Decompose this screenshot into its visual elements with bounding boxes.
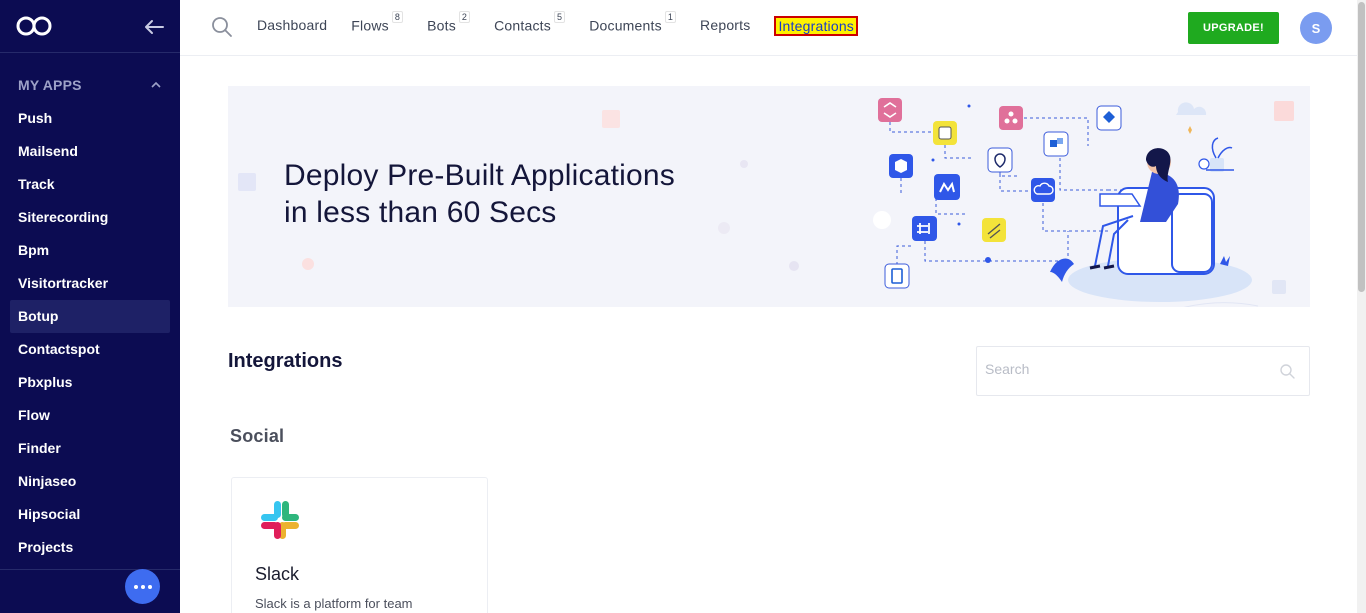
- nav-reports[interactable]: Reports: [700, 17, 750, 33]
- sidebar-item-bpm[interactable]: Bpm: [10, 234, 170, 267]
- sidebar: MY APPS Push Mailsend Track Siterecordin…: [0, 0, 180, 613]
- sidebar-item-push[interactable]: Push: [10, 102, 170, 135]
- nav-documents-label: Documents: [589, 17, 662, 34]
- integrations-search[interactable]: [976, 346, 1310, 396]
- sidebar-item-track[interactable]: Track: [10, 168, 170, 201]
- collapse-sidebar-arrow-icon[interactable]: [143, 16, 165, 38]
- my-apps-toggle[interactable]: MY APPS: [18, 77, 164, 93]
- dot-icon: [147, 584, 152, 589]
- nav-integrations-label: Integrations: [778, 18, 855, 34]
- app-list: Push Mailsend Track Siterecording Bpm Vi…: [10, 102, 170, 564]
- nav-reports-label: Reports: [700, 17, 751, 33]
- sidebar-item-mailsend[interactable]: Mailsend: [10, 135, 170, 168]
- scrollbar-thumb[interactable]: [1358, 2, 1365, 292]
- nav-documents[interactable]: Documents1: [589, 11, 677, 34]
- banner-headline: Deploy Pre-Built Applications in less th…: [284, 157, 675, 231]
- my-apps-title: MY APPS: [18, 77, 82, 93]
- nav-flows-label: Flows: [351, 17, 389, 34]
- banner-headline-line-1: Deploy Pre-Built Applications: [284, 159, 675, 192]
- integration-card-slack[interactable]: Slack Slack is a platform for team: [231, 477, 488, 613]
- hero-banner: Deploy Pre-Built Applications in less th…: [228, 86, 1310, 307]
- contacts-count-badge: 5: [553, 11, 566, 23]
- sidebar-divider: [0, 569, 180, 570]
- search-icon[interactable]: [1279, 363, 1295, 379]
- sidebar-item-botup[interactable]: Botup: [10, 300, 170, 333]
- dot-icon: [133, 584, 138, 589]
- sidebar-item-flow[interactable]: Flow: [10, 399, 170, 432]
- integrations-heading: Integrations: [228, 350, 343, 372]
- more-apps-button[interactable]: [125, 569, 160, 604]
- integration-name: Slack: [255, 564, 300, 584]
- page-scrollbar[interactable]: [1357, 0, 1366, 613]
- flows-count-badge: 8: [391, 11, 404, 23]
- sidebar-item-siterecording[interactable]: Siterecording: [10, 201, 170, 234]
- nav-contacts-label: Contacts: [494, 17, 551, 34]
- slack-logo-icon: [261, 501, 299, 539]
- bots-count-badge: 2: [458, 11, 471, 23]
- chevron-up-icon: [151, 81, 161, 88]
- banner-headline-line-2: in less than 60 Secs: [284, 196, 557, 229]
- search-icon[interactable]: [211, 16, 233, 38]
- upgrade-button[interactable]: UPGRADE!: [1188, 12, 1279, 44]
- app-logo-icon[interactable]: [16, 15, 52, 37]
- nav-contacts[interactable]: Contacts5: [494, 11, 566, 34]
- sidebar-item-projects[interactable]: Projects: [10, 531, 170, 564]
- nav-flows[interactable]: Flows8: [351, 11, 404, 34]
- sidebar-item-contactspot[interactable]: Contactspot: [10, 333, 170, 366]
- documents-count-badge: 1: [664, 11, 677, 23]
- category-title-social: Social: [230, 426, 285, 446]
- nav-dashboard[interactable]: Dashboard: [257, 17, 327, 33]
- sidebar-item-hipsocial[interactable]: Hipsocial: [10, 498, 170, 531]
- sidebar-item-ninjaseo[interactable]: Ninjaseo: [10, 465, 170, 498]
- sidebar-item-pbxplus[interactable]: Pbxplus: [10, 366, 170, 399]
- nav-bots[interactable]: Bots2: [427, 11, 471, 34]
- sidebar-header: [0, 0, 180, 53]
- sidebar-item-visitortracker[interactable]: Visitortracker: [10, 267, 170, 300]
- integration-description: Slack is a platform for team: [255, 596, 413, 611]
- dot-icon: [140, 584, 145, 589]
- nav-integrations[interactable]: Integrations: [774, 16, 859, 36]
- integrations-search-input[interactable]: [985, 361, 1265, 377]
- sidebar-item-finder[interactable]: Finder: [10, 432, 170, 465]
- main-nav: Dashboard Flows8 Bots2 Contacts5 Documen…: [257, 11, 882, 36]
- nav-dashboard-label: Dashboard: [257, 17, 328, 33]
- top-navbar: Dashboard Flows8 Bots2 Contacts5 Documen…: [180, 0, 1357, 56]
- nav-bots-label: Bots: [427, 17, 456, 34]
- user-avatar[interactable]: S: [1300, 12, 1332, 44]
